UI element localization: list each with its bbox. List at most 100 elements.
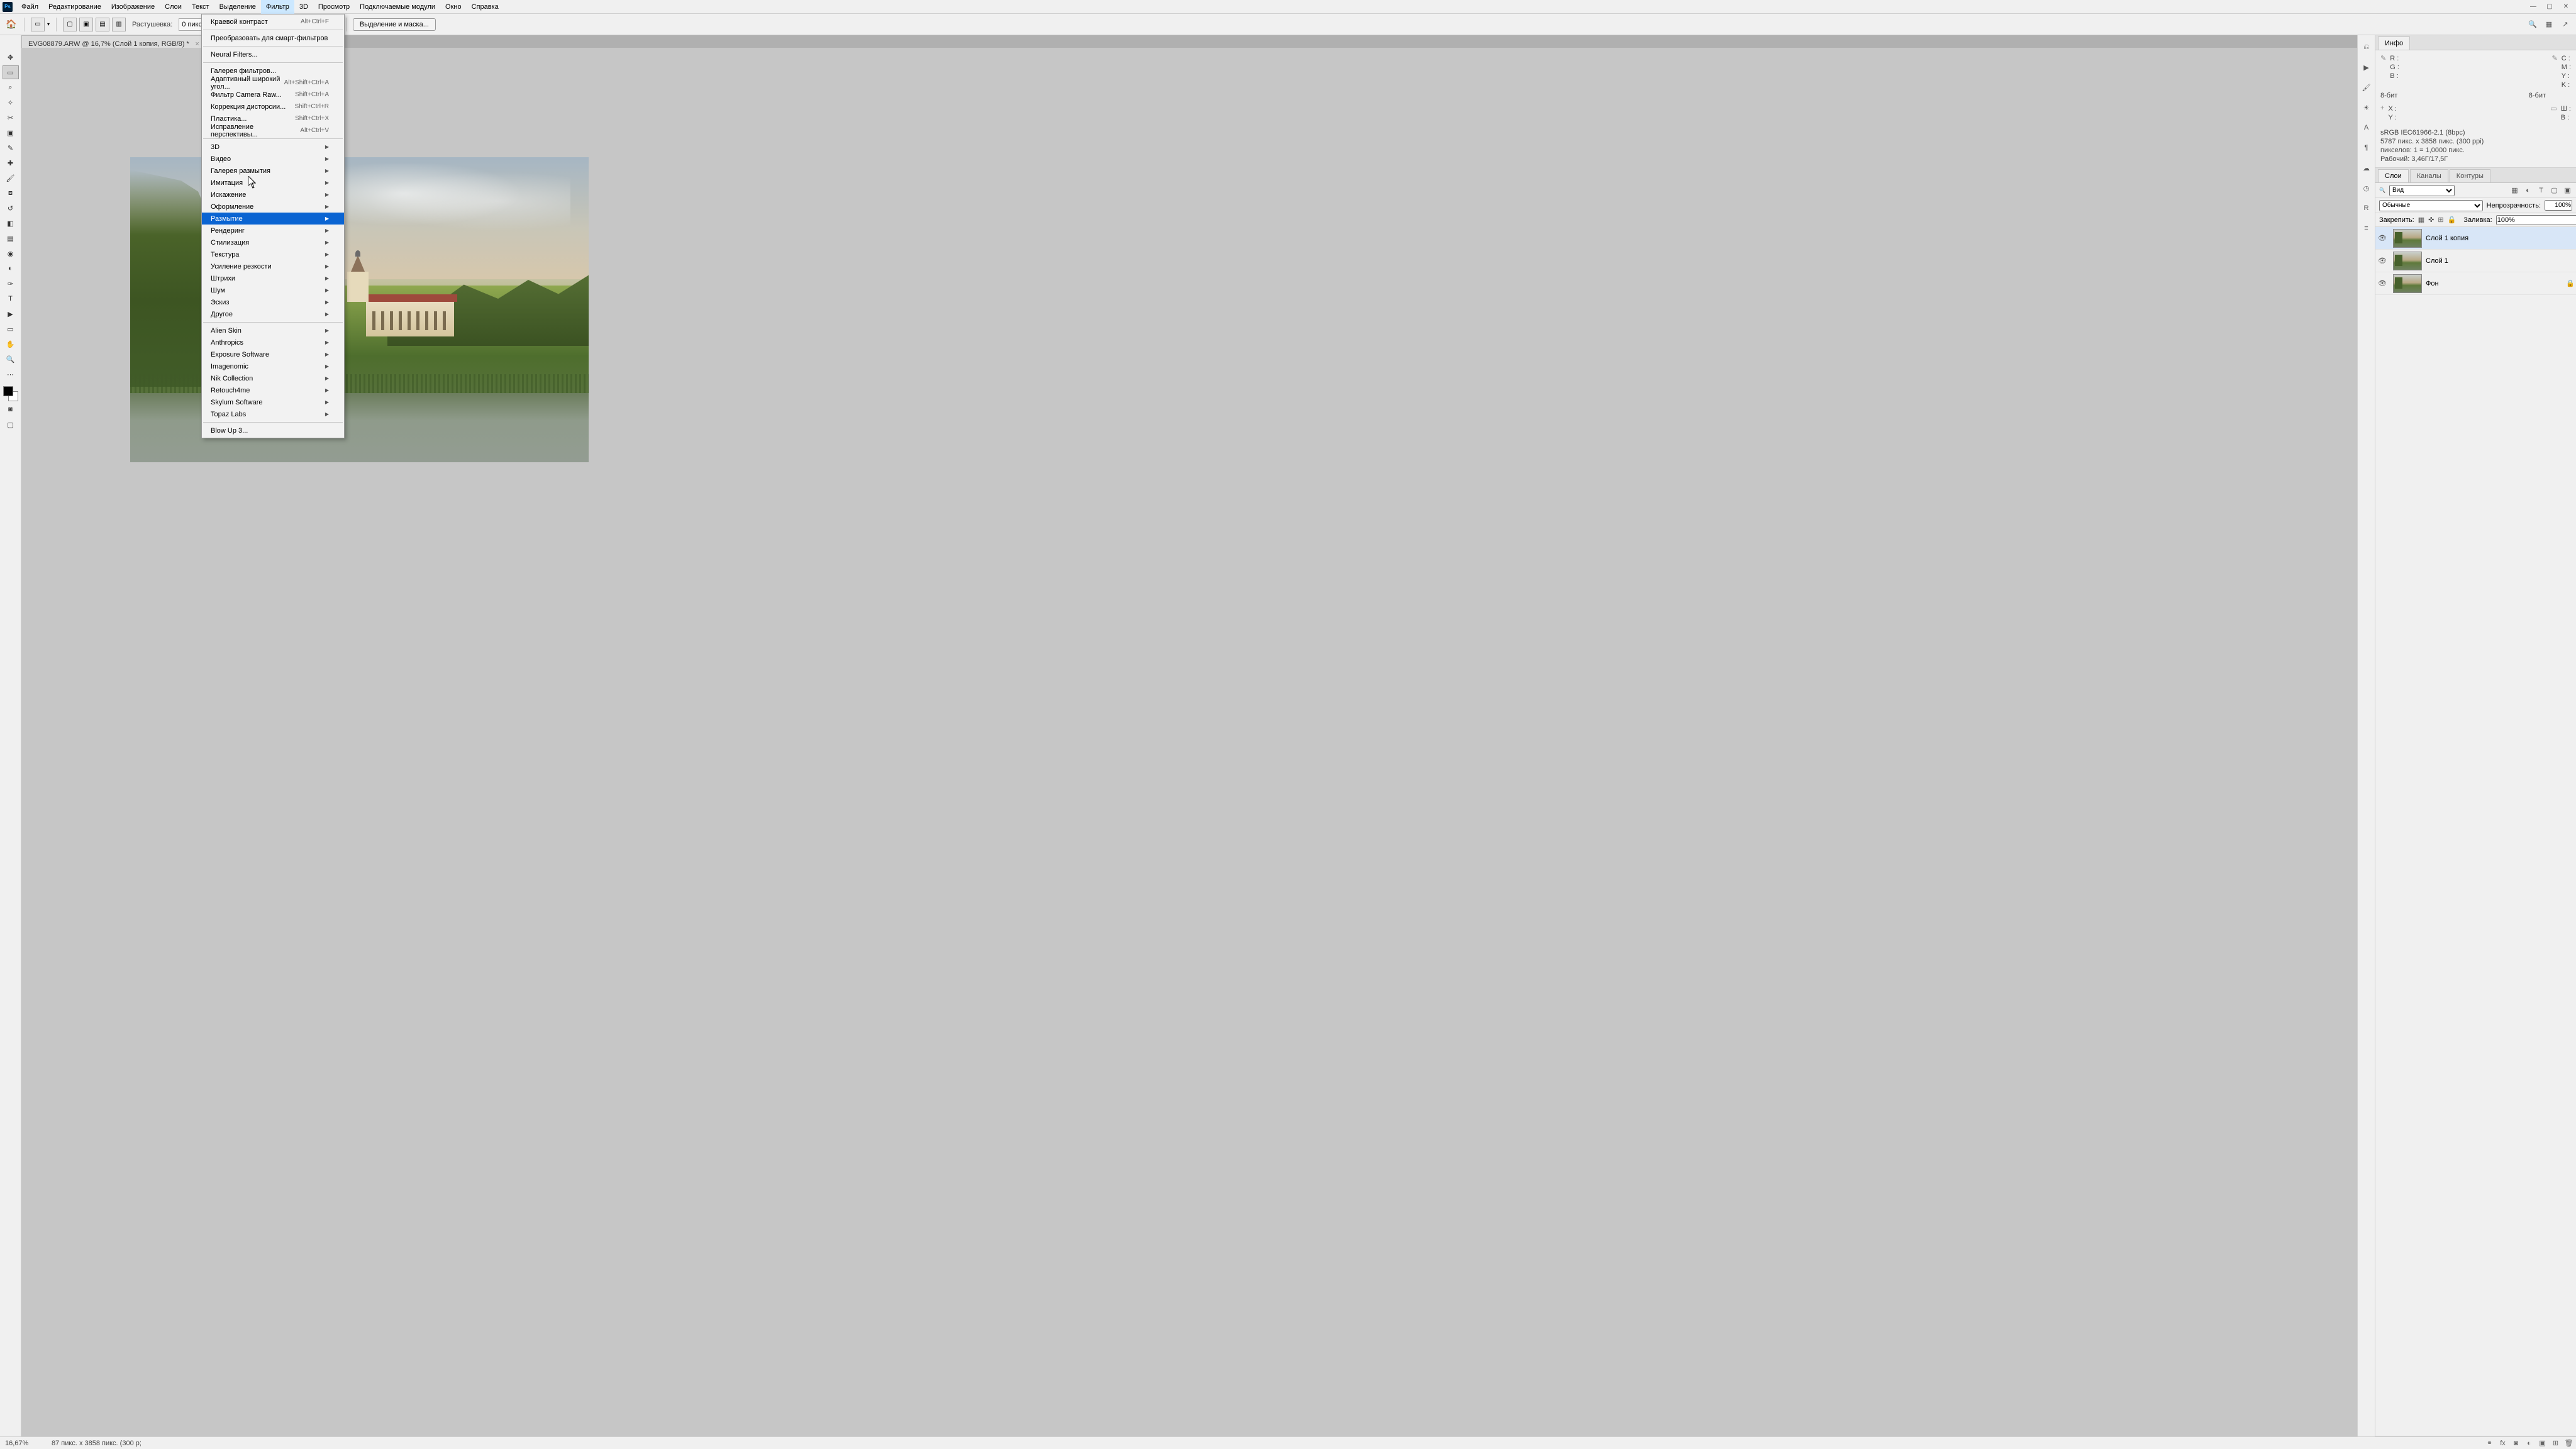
history-panel-icon[interactable]: ⎌	[2361, 42, 2372, 53]
layer-row[interactable]: 👁Слой 1 копия	[2375, 227, 2576, 250]
healing-brush-tool[interactable]: ✚	[3, 156, 19, 170]
menu-редактирование[interactable]: Редактирование	[43, 0, 106, 14]
menu-выделение[interactable]: Выделение	[214, 0, 261, 14]
gradient-tool[interactable]: ▤	[3, 231, 19, 245]
filter-item[interactable]: Imagenomic▶	[202, 360, 344, 372]
delete-layer-icon[interactable]: 🗑	[2564, 1438, 2573, 1448]
visibility-icon[interactable]: 👁	[2375, 279, 2389, 287]
type-tool[interactable]: T	[3, 292, 19, 306]
filter-item[interactable]: Видео▶	[202, 153, 344, 165]
canvas-area[interactable]: EVG08879.ARW @ 16,7% (Слой 1 копия, RGB/…	[21, 35, 2357, 1436]
eraser-tool[interactable]: ◧	[3, 216, 19, 230]
layers-tab[interactable]: Каналы	[2410, 169, 2448, 182]
filter-item[interactable]: Штрихи▶	[202, 272, 344, 284]
filter-item[interactable]: Оформление▶	[202, 201, 344, 213]
eyedropper-tool[interactable]: ✎	[3, 141, 19, 155]
menu-справка[interactable]: Справка	[467, 0, 504, 14]
filter-item[interactable]: Фильтр Camera Raw...Shift+Ctrl+A	[202, 89, 344, 101]
intersect-selection-button[interactable]: ▥	[112, 18, 126, 31]
shape-tool[interactable]: ▭	[3, 322, 19, 336]
layer-row[interactable]: 👁Фон🔒	[2375, 272, 2576, 295]
filter-item[interactable]: Nik Collection▶	[202, 372, 344, 384]
filter-adjust-icon[interactable]: ◐	[2523, 186, 2533, 195]
lock-position-icon[interactable]: ✜	[2428, 215, 2434, 225]
menu-3d[interactable]: 3D	[294, 0, 313, 14]
menu-изображение[interactable]: Изображение	[106, 0, 160, 14]
brushes-panel-icon[interactable]: 🖌	[2361, 82, 2372, 93]
filter-item[interactable]: Рендеринг▶	[202, 225, 344, 236]
menu-слои[interactable]: Слои	[160, 0, 187, 14]
edit-toolbar[interactable]: ⋯	[3, 367, 19, 381]
layer-row[interactable]: 👁Слой 1	[2375, 250, 2576, 272]
filter-shape-icon[interactable]: ▢	[2550, 186, 2559, 195]
new-layer-icon[interactable]: ⊞	[2551, 1438, 2560, 1448]
paragraph-panel-icon[interactable]: ¶	[2361, 142, 2372, 153]
filter-item[interactable]: Blow Up 3...	[202, 425, 344, 436]
history-brush-tool[interactable]: ↺	[3, 201, 19, 215]
filter-item[interactable]: Адаптивный широкий угол...Alt+Shift+Ctrl…	[202, 77, 344, 89]
clone-stamp-tool[interactable]: ⧇	[3, 186, 19, 200]
share-icon[interactable]: ↗	[2560, 19, 2571, 30]
menu-просмотр[interactable]: Просмотр	[313, 0, 355, 14]
select-and-mask-button[interactable]: Выделение и маска...	[353, 18, 436, 31]
filter-item[interactable]: Neural Filters...	[202, 48, 344, 60]
libraries-panel-icon[interactable]: ☁	[2361, 162, 2372, 174]
minimize-button[interactable]: —	[2526, 1, 2541, 13]
adjustments-panel-icon[interactable]: ☀	[2361, 102, 2372, 113]
workspace-icon[interactable]: ▦	[2543, 19, 2555, 30]
marquee-tool[interactable]: ▭	[3, 65, 19, 79]
filter-item[interactable]: Имитация▶	[202, 177, 344, 189]
filter-item[interactable]: Исправление перспективы...Alt+Ctrl+V	[202, 125, 344, 136]
hand-tool[interactable]: ✋	[3, 337, 19, 351]
color-swatches[interactable]	[3, 386, 18, 401]
character-panel-icon[interactable]: A	[2361, 122, 2372, 133]
blend-mode-select[interactable]: Обычные	[2379, 200, 2483, 211]
add-selection-button[interactable]: ▣	[79, 18, 93, 31]
filter-item[interactable]: Усиление резкости▶	[202, 260, 344, 272]
clock-panel-icon[interactable]: ◷	[2361, 182, 2372, 194]
layer-thumbnail[interactable]	[2393, 274, 2422, 293]
fx-icon[interactable]: fx	[2498, 1438, 2507, 1448]
pen-tool[interactable]: ✑	[3, 277, 19, 291]
filter-item[interactable]: Эскиз▶	[202, 296, 344, 308]
search-icon[interactable]: 🔍	[2527, 19, 2538, 30]
layer-thumbnail[interactable]	[2393, 229, 2422, 248]
layer-thumbnail[interactable]	[2393, 252, 2422, 270]
menu-окно[interactable]: Окно	[440, 0, 467, 14]
filter-smart-icon[interactable]: ▣	[2563, 186, 2572, 195]
quick-mask-toggle[interactable]: ◙	[3, 402, 19, 416]
more-panel-icon[interactable]: ≡	[2361, 223, 2372, 234]
filter-item[interactable]: Галерея размытия▶	[202, 165, 344, 177]
maximize-button[interactable]: ▢	[2542, 1, 2557, 13]
filter-type-icon[interactable]: T	[2536, 186, 2546, 195]
new-selection-button[interactable]: ▢	[63, 18, 77, 31]
filter-item[interactable]: Retouch4me▶	[202, 384, 344, 396]
filter-item[interactable]: Шум▶	[202, 284, 344, 296]
filter-item[interactable]: Краевой контрастAlt+Ctrl+F	[202, 16, 344, 28]
actions-panel-icon[interactable]: ▶	[2361, 62, 2372, 73]
path-selection-tool[interactable]: ▶	[3, 307, 19, 321]
lock-all-icon[interactable]: 🔒	[2448, 215, 2457, 225]
blur-tool[interactable]: ◉	[3, 247, 19, 260]
filter-item[interactable]: Anthropics▶	[202, 336, 344, 348]
filter-item[interactable]: Текстура▶	[202, 248, 344, 260]
group-icon[interactable]: ▣	[2538, 1438, 2547, 1448]
mask-icon[interactable]: ◙	[2511, 1438, 2521, 1448]
filter-item[interactable]: Размытие▶	[202, 213, 344, 225]
opacity-input[interactable]	[2545, 200, 2572, 211]
visibility-icon[interactable]: 👁	[2375, 257, 2389, 265]
lasso-tool[interactable]: ⌕	[3, 80, 19, 94]
menu-файл[interactable]: Файл	[16, 0, 43, 14]
filter-item[interactable]: Преобразовать для смарт-фильтров	[202, 32, 344, 44]
dodge-tool[interactable]: ◐	[3, 262, 19, 275]
subtract-selection-button[interactable]: ▤	[96, 18, 109, 31]
filter-item[interactable]: Skylum Software▶	[202, 396, 344, 408]
lock-artboard-icon[interactable]: ⊞	[2438, 215, 2443, 225]
filter-item[interactable]: Коррекция дисторсии...Shift+Ctrl+R	[202, 101, 344, 113]
fill-input[interactable]	[2496, 215, 2576, 225]
filter-item[interactable]: Topaz Labs▶	[202, 408, 344, 420]
link-layers-icon[interactable]: ⚭	[2485, 1438, 2494, 1448]
filter-item[interactable]: Искажение▶	[202, 189, 344, 201]
layers-tab[interactable]: Слои	[2378, 169, 2409, 182]
lock-pixels-icon[interactable]: ▦	[2418, 215, 2424, 225]
